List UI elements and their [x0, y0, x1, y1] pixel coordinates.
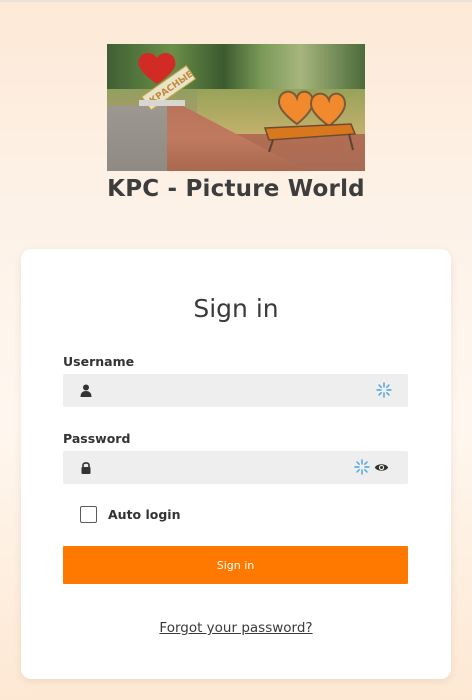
auto-login-checkbox[interactable]	[80, 506, 97, 523]
user-icon	[80, 384, 92, 397]
username-input[interactable]	[99, 374, 369, 407]
heart-sign-image: КРАСНЫЕ	[138, 52, 197, 110]
heart-bench-image	[263, 90, 357, 153]
sign-in-button[interactable]: Sign in	[63, 546, 408, 584]
forgot-password-link[interactable]: Forgot your password?	[21, 620, 451, 636]
password-field[interactable]	[63, 451, 408, 484]
username-label: Username	[63, 354, 135, 369]
top-border	[0, 0, 472, 2]
spark-icon[interactable]	[376, 382, 392, 398]
password-label: Password	[63, 431, 131, 446]
brand-logo: КРАСНЫЕ KPC - Picture World	[107, 44, 365, 202]
username-field[interactable]	[63, 374, 408, 407]
sign-in-heading: Sign in	[193, 294, 279, 323]
spark-icon[interactable]	[354, 459, 370, 475]
auto-login-label[interactable]: Auto login	[108, 507, 181, 522]
lock-icon	[81, 462, 91, 474]
logo-photo: КРАСНЫЕ	[107, 44, 365, 171]
password-input[interactable]	[99, 451, 369, 484]
eye-icon[interactable]	[374, 461, 389, 474]
logo-title: KPC - Picture World	[107, 176, 365, 202]
